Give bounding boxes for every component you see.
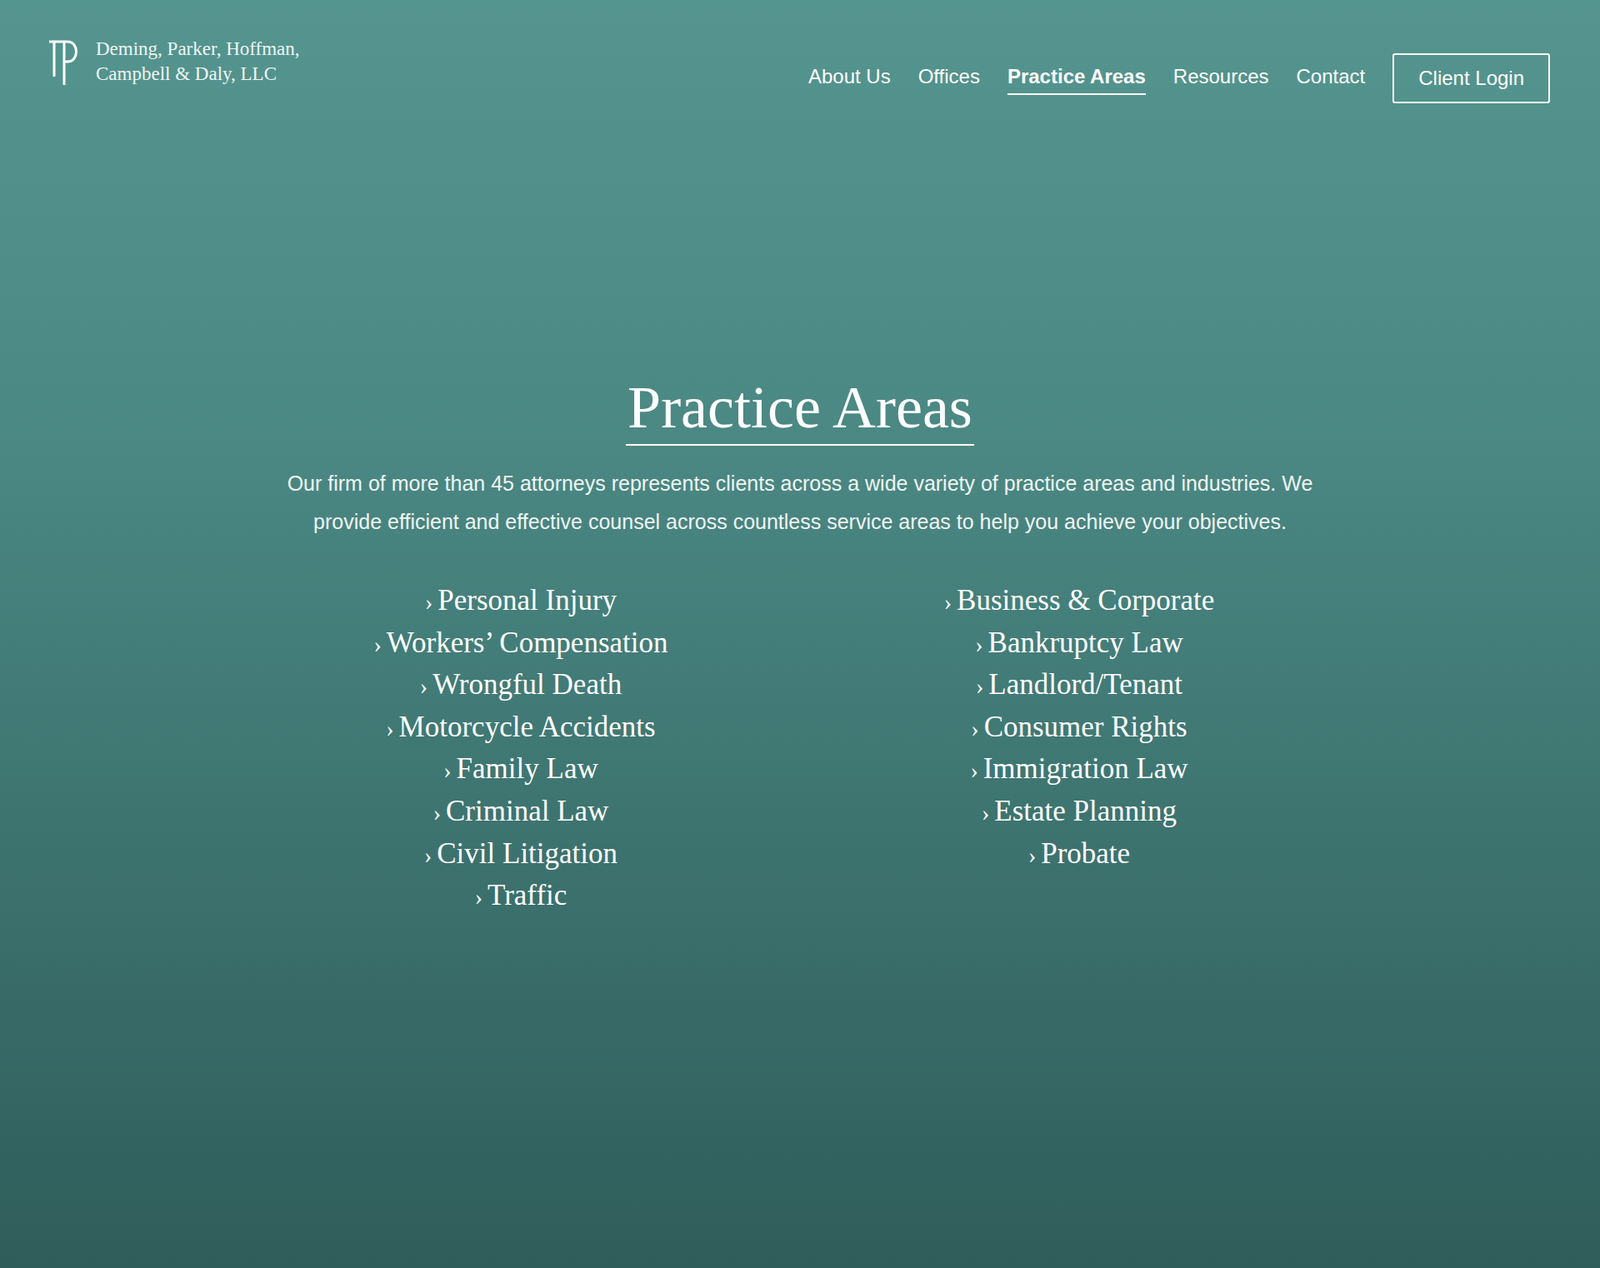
chevron-icon: ›: [981, 793, 990, 835]
practice-area-item[interactable]: ›Criminal Law: [433, 791, 610, 835]
main-nav: About Us Offices Practice Areas Resources Co…: [808, 36, 1555, 104]
chevron-icon: ›: [975, 625, 983, 666]
hero-section: Practice Areas Our firm of more than 45 a…: [0, 374, 1600, 919]
chevron-icon: ›: [975, 666, 984, 708]
chevron-icon: ›: [433, 793, 441, 835]
chevron-icon: ›: [1028, 835, 1036, 877]
nav-link[interactable]: Contact: [1296, 61, 1366, 95]
nav-link[interactable]: Offices: [918, 61, 980, 95]
chevron-icon: ›: [970, 709, 979, 750]
practice-area-list: ›Personal Injury›Workers’ Compensation›W…: [270, 580, 771, 919]
intro-paragraph: Our firm of more than 45 attorneys repre…: [254, 464, 1346, 541]
nav-link[interactable]: Practice Areas: [1007, 61, 1146, 95]
client-login-button[interactable]: Client Login: [1392, 53, 1550, 104]
chevron-icon: ›: [385, 709, 394, 750]
practice-area-item[interactable]: ›Estate Planning: [981, 791, 1177, 835]
nav-link[interactable]: Resources: [1173, 61, 1270, 95]
practice-area-item[interactable]: ›Workers’ Compensation: [373, 623, 668, 666]
firm-monogram-icon: [45, 36, 83, 89]
practice-area-item[interactable]: ›Landlord/Tenant: [975, 665, 1183, 708]
practice-area-item[interactable]: ›Wrongful Death: [420, 665, 622, 708]
chevron-icon: ›: [944, 582, 952, 624]
practice-area-item[interactable]: ›Bankruptcy Law: [975, 623, 1184, 666]
practice-area-item[interactable]: ›Civil Litigation: [424, 834, 618, 877]
practice-area-item[interactable]: ›Traffic: [475, 875, 568, 919]
practice-area-list: ›Business & Corporate›Bankruptcy Law›Lan…: [829, 580, 1330, 919]
site-header: Deming, Parker, Hoffman,Campbell & Daly,…: [0, 0, 1600, 104]
practice-area-item[interactable]: ›Personal Injury: [425, 580, 617, 624]
page-title: Practice Areas: [625, 374, 975, 446]
chevron-icon: ›: [373, 625, 381, 666]
practice-area-columns: ›Personal Injury›Workers’ Compensation›W…: [270, 580, 1330, 919]
practice-area-item[interactable]: ›Business & Corporate: [944, 580, 1215, 624]
chevron-icon: ›: [425, 582, 433, 624]
chevron-icon: ›: [443, 750, 451, 792]
practice-area-item[interactable]: ›Motorcycle Accidents: [385, 707, 655, 750]
firm-name-line: Campbell & Daly, LLC: [95, 61, 300, 87]
practice-area-item[interactable]: ›Family Law: [443, 749, 598, 792]
chevron-icon: ›: [424, 835, 432, 877]
practice-area-item[interactable]: ›Consumer Rights: [970, 707, 1187, 750]
page: Deming, Parker, Hoffman,Campbell & Daly,…: [0, 0, 1600, 1268]
chevron-icon: ›: [475, 877, 483, 919]
firm-logo[interactable]: Deming, Parker, Hoffman,Campbell & Daly,…: [45, 36, 300, 89]
nav-link[interactable]: About Us: [808, 61, 891, 95]
chevron-icon: ›: [420, 666, 428, 708]
practice-area-item[interactable]: ›Probate: [1028, 834, 1130, 877]
firm-name-line: Deming, Parker, Hoffman,: [95, 36, 300, 62]
practice-area-item[interactable]: ›Immigration Law: [970, 749, 1188, 792]
chevron-icon: ›: [970, 750, 978, 792]
